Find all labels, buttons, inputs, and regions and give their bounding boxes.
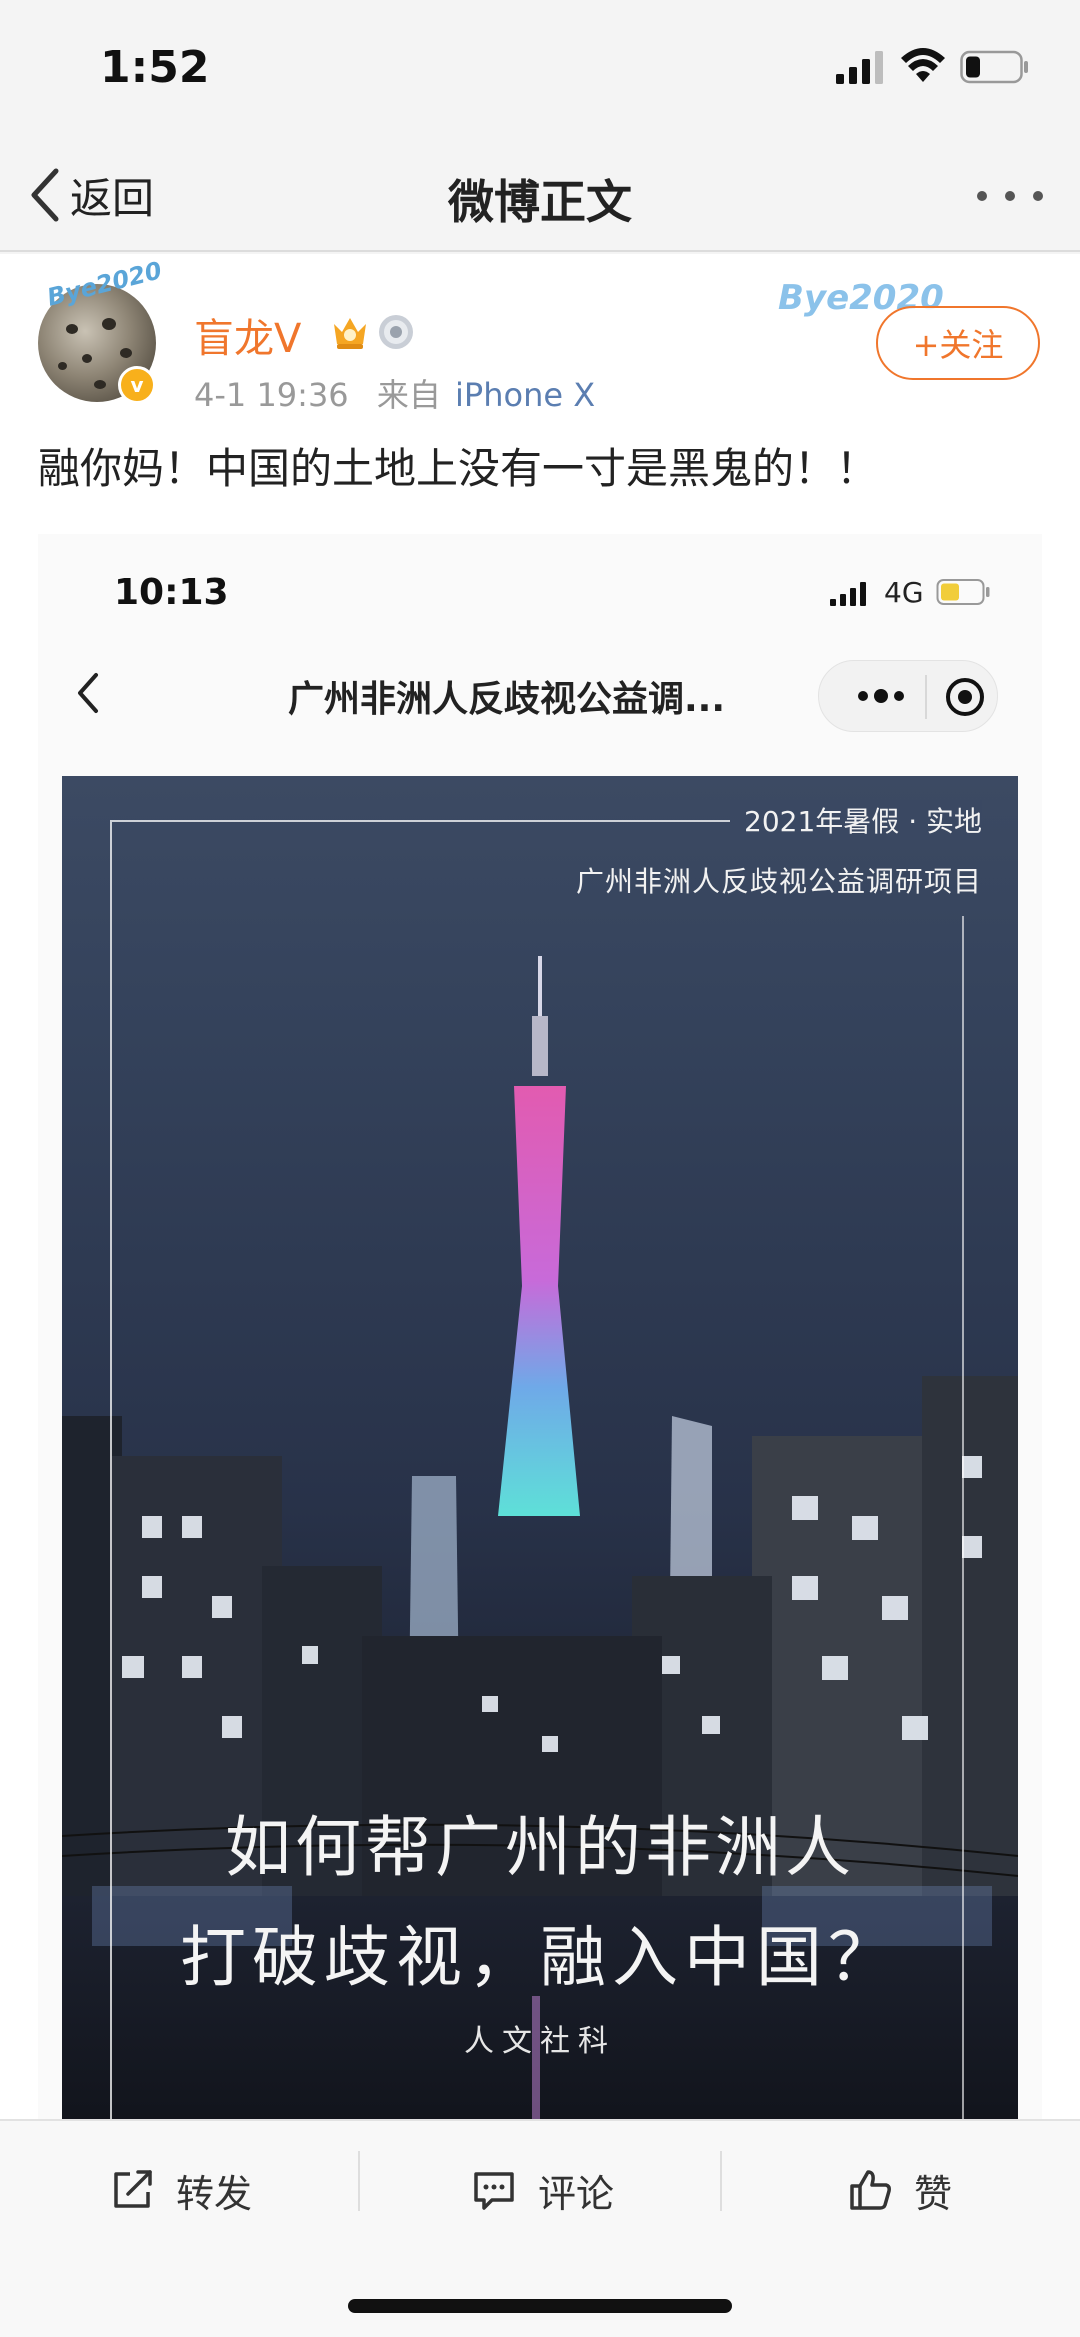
action-bar: 转发 评论 赞 xyxy=(0,2119,1080,2337)
post-image[interactable]: 10:13 4G 广州非洲人反歧视公益调... 2021年暑假 · 实地 广州非… xyxy=(38,534,1042,2119)
signal-icon xyxy=(836,51,883,84)
poster-tag-line2: 广州非洲人反歧视公益调研项目 xyxy=(575,865,982,898)
post-device[interactable]: iPhone X xyxy=(455,376,595,414)
embedded-title: 广州非洲人反歧视公益调... xyxy=(288,679,726,720)
like-label: 赞 xyxy=(914,2171,953,2216)
action-divider xyxy=(720,2151,722,2211)
post-text: 融你妈！中国的土地上没有一寸是黑鬼的！！ xyxy=(38,444,879,493)
post-time: 4-1 19:36 xyxy=(194,376,349,414)
embedded-time: 10:13 xyxy=(114,572,229,613)
poster-headline-2: 打破歧视，融入中国？ xyxy=(180,1919,900,1996)
username[interactable]: 盲龙V xyxy=(194,306,301,364)
crown-medal-icon xyxy=(334,318,366,349)
wifi-icon xyxy=(901,48,945,82)
more-icon[interactable] xyxy=(972,176,1048,216)
poster-tag-line1: 2021年暑假 · 实地 xyxy=(730,800,982,840)
like-icon xyxy=(850,2170,891,2210)
battery-icon xyxy=(960,50,1028,84)
comment-icon xyxy=(474,2172,514,2210)
comment-button[interactable]: 评论 xyxy=(470,2155,614,2225)
status-time: 1:52 xyxy=(100,42,210,93)
comment-label: 评论 xyxy=(538,2171,615,2216)
post-meta: 4-1 19:36 来自 iPhone X xyxy=(194,370,595,416)
embedded-network: 4G xyxy=(884,576,924,609)
home-indicator[interactable] xyxy=(348,2299,732,2313)
badge-medal-icon xyxy=(379,315,413,349)
page-title: 微博正文 xyxy=(448,175,632,229)
verified-badge: v xyxy=(118,366,156,404)
nav-bar: 返回 微博正文 xyxy=(0,140,1080,252)
avatar[interactable]: Bye2020 v xyxy=(38,256,165,404)
poster-headline-1: 如何帮广州的非洲人 xyxy=(225,1809,855,1886)
battery-icon xyxy=(936,579,990,605)
embedded-nav-bar: 广州非洲人反歧视公益调... xyxy=(38,634,1042,754)
poster: 2021年暑假 · 实地 广州非洲人反歧视公益调研项目 如何帮广州的非洲人 打破… xyxy=(62,776,1018,2119)
status-bar: 1:52 xyxy=(0,0,1080,140)
embedded-capsule xyxy=(818,660,998,732)
repost-icon xyxy=(114,2170,152,2208)
poster-footer: 人文社科 xyxy=(464,2024,616,2059)
like-button[interactable]: 赞 xyxy=(846,2155,952,2225)
capsule-divider xyxy=(925,675,927,719)
repost-button[interactable]: 转发 xyxy=(108,2155,252,2225)
embedded-status-bar: 10:13 4G xyxy=(38,534,1042,634)
more-icon xyxy=(858,689,904,703)
signal-icon xyxy=(830,582,866,606)
follow-button[interactable]: +关注 xyxy=(876,306,1040,380)
weibo-post: Bye2020 v 盲龙V 4-1 19:36 来自 iPhone X Bye2… xyxy=(0,254,1080,2119)
back-chevron-icon xyxy=(78,673,98,713)
target-icon xyxy=(946,678,984,716)
post-source-label: 来自 xyxy=(376,376,441,414)
action-divider xyxy=(358,2151,360,2211)
repost-label: 转发 xyxy=(176,2171,253,2216)
